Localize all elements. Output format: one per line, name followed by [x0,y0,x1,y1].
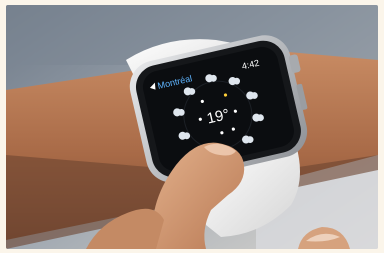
smartwatch-photo: Montréal 4:42 19° [6,5,378,249]
photo: Montréal 4:42 19° [6,5,378,249]
